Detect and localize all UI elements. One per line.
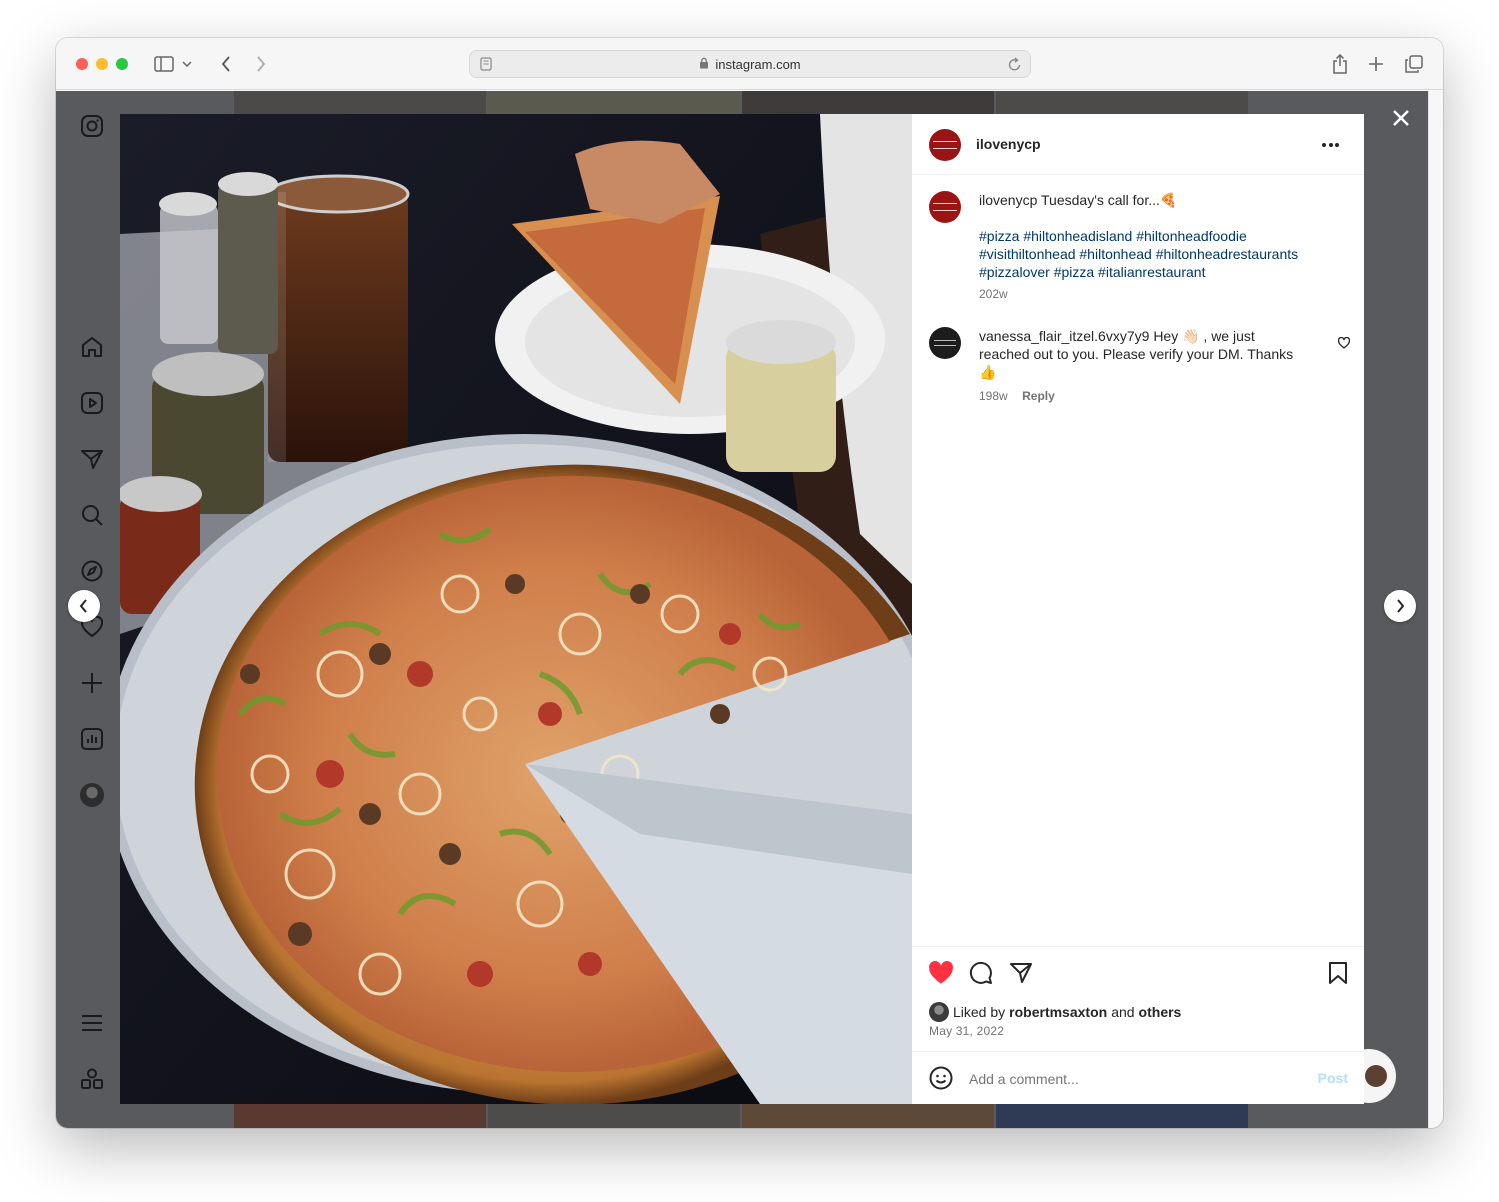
new-tab-icon[interactable] [1364, 52, 1388, 76]
sidebar-toggle-icon[interactable] [152, 52, 176, 76]
post-date[interactable]: May 31, 2022 [929, 1024, 1004, 1038]
threads-icon[interactable] [80, 1067, 104, 1091]
close-icon[interactable] [1389, 106, 1413, 130]
reply-button[interactable]: Reply [1022, 389, 1055, 403]
page-icon [480, 57, 492, 74]
messages-icon[interactable] [80, 447, 104, 471]
browser-window: instagram.com ilovenycp ilovenycp Tuesda… [56, 38, 1443, 1128]
share-icon[interactable] [1009, 961, 1033, 985]
comment-age[interactable]: 198w [979, 389, 1008, 403]
author-username[interactable]: ilovenycp [976, 136, 1041, 152]
share-page-icon[interactable] [1328, 52, 1352, 76]
author-avatar[interactable] [929, 129, 961, 161]
grid-tile [234, 1104, 486, 1128]
likes-joiner: and [1111, 1004, 1135, 1020]
likes-prefix: Liked by [953, 1004, 1006, 1020]
post-modal: ilovenycp ilovenycp Tuesday's call for..… [120, 114, 1364, 1104]
post-action-bar: Liked by robertmsaxton and others May 31… [912, 946, 1364, 1051]
minimize-window-button[interactable] [96, 58, 108, 70]
grid-tile [742, 1104, 994, 1128]
page-content: ilovenycp ilovenycp Tuesday's call for..… [56, 91, 1428, 1128]
chevron-down-icon[interactable] [180, 52, 194, 76]
commenter-avatar[interactable] [929, 327, 961, 359]
post-header: ilovenycp [912, 114, 1364, 175]
comment-like-heart-icon[interactable] [1337, 336, 1351, 349]
search-icon[interactable] [80, 503, 104, 527]
lock-icon [699, 57, 709, 72]
browser-toolbar: instagram.com [56, 38, 1443, 90]
chevron-right-icon [1397, 599, 1405, 613]
profile-avatar[interactable] [80, 783, 104, 807]
comment-icon[interactable] [969, 961, 993, 985]
close-window-button[interactable] [76, 58, 88, 70]
hashtags-line[interactable]: #pizza #hiltonheadisland #hiltonheadfood… [979, 227, 1339, 245]
previous-post-button[interactable] [68, 590, 100, 622]
grid-tile [996, 1104, 1248, 1128]
back-icon[interactable] [214, 52, 238, 76]
commenter-username[interactable]: vanessa_flair_itzel.6vxy7y9 [979, 328, 1149, 344]
grid-tile [488, 91, 740, 115]
chevron-left-icon [79, 599, 87, 613]
grid-tile [234, 91, 486, 115]
caption-age[interactable]: 202w [979, 287, 1339, 301]
liker-avatar[interactable] [929, 1002, 949, 1022]
post-caption: ilovenycp Tuesday's call for...🍕 #pizza … [979, 191, 1339, 301]
comment-item: vanessa_flair_itzel.6vxy7y9 Hey 👋🏻 , we … [979, 327, 1319, 405]
explore-icon[interactable] [80, 559, 104, 583]
instagram-icon[interactable] [80, 114, 104, 138]
comment-text: reached out to you. Please verify your D… [979, 346, 1294, 362]
hashtags-line[interactable]: #visithiltonhead #hiltonhead #hiltonhead… [979, 245, 1339, 263]
caption-author-avatar[interactable] [929, 191, 961, 223]
menu-icon[interactable] [80, 1011, 104, 1035]
liker-username[interactable]: robertmsaxton [1009, 1003, 1107, 1021]
forward-icon[interactable] [249, 52, 273, 76]
tab-overview-icon[interactable] [1402, 52, 1426, 76]
add-comment-bar: Post [912, 1051, 1364, 1104]
reels-icon[interactable] [80, 391, 104, 415]
likes-summary: Liked by robertmsaxton and others [929, 1002, 1181, 1022]
caption-text: Tuesday's call for...🍕 [1041, 192, 1178, 208]
comment-text: 👍 [979, 364, 997, 380]
address-bar[interactable]: instagram.com [469, 50, 1031, 78]
zoom-window-button[interactable] [116, 58, 128, 70]
emoji-icon[interactable] [929, 1066, 953, 1090]
next-post-button[interactable] [1384, 590, 1416, 622]
hashtags-line[interactable]: #pizzalover #pizza #italianrestaurant [979, 263, 1339, 281]
caption-username[interactable]: ilovenycp [979, 192, 1037, 208]
reload-icon[interactable] [1008, 56, 1022, 75]
comment-input[interactable] [969, 1068, 1299, 1090]
post-details-panel: ilovenycp ilovenycp Tuesday's call for..… [912, 114, 1364, 1104]
grid-tile [996, 91, 1248, 115]
grid-tile [742, 91, 994, 115]
more-options-icon[interactable] [1322, 140, 1346, 150]
url-text: instagram.com [715, 56, 801, 72]
page-scrollbar[interactable] [1428, 91, 1443, 1128]
create-icon[interactable] [80, 671, 104, 695]
likes-others-link[interactable]: others [1139, 1003, 1182, 1021]
bookmark-icon[interactable] [1328, 961, 1348, 985]
post-photo [120, 114, 912, 1104]
grid-tile [488, 1104, 740, 1128]
comment-text: Hey 👋🏻 , we just [1153, 328, 1255, 344]
dashboard-icon[interactable] [80, 727, 104, 751]
post-comment-button[interactable]: Post [1318, 1070, 1348, 1086]
home-icon[interactable] [80, 335, 104, 359]
heart-icon[interactable] [928, 961, 954, 985]
